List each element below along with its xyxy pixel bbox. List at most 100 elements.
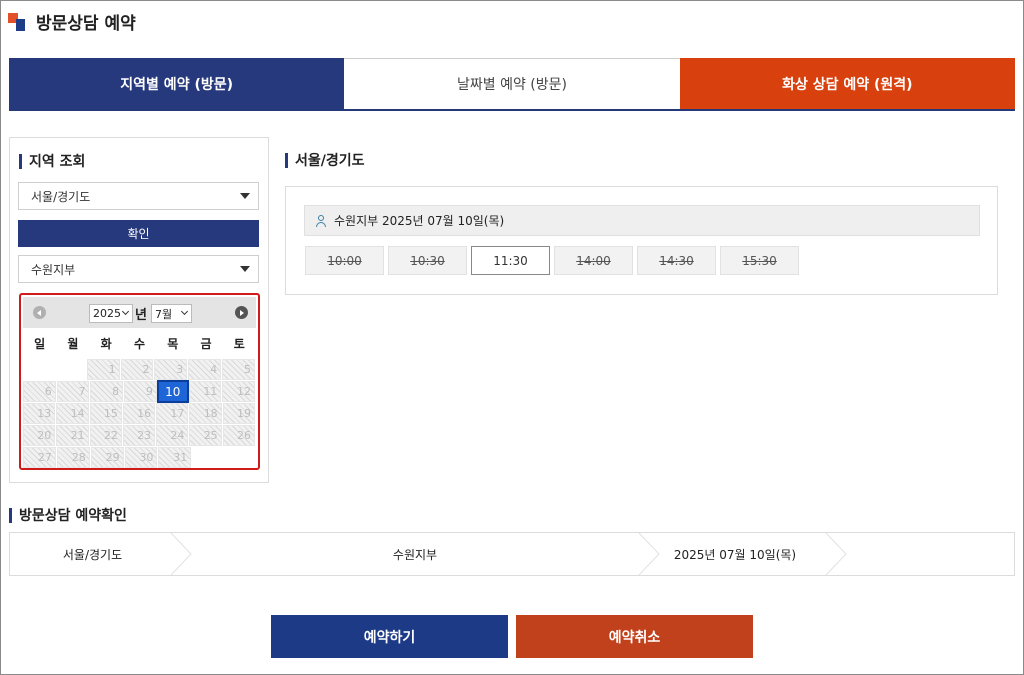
weekday-label: 금 (200, 337, 212, 351)
time-slot-label: 11:30 (493, 253, 528, 268)
slot-header-text: 수원지부 2025년 07월 10일(목) (334, 214, 505, 228)
slot-header: 수원지부 2025년 07월 10일(목) (304, 205, 980, 236)
branch-select[interactable]: 수원지부 (18, 255, 259, 283)
calendar-day: 18 (189, 403, 222, 424)
calendar-day: 5 (222, 359, 256, 380)
confirm-button[interactable]: 확인 (18, 220, 259, 247)
calendar-week: 20 21 22 23 24 25 26 (23, 425, 256, 446)
calendar-grid: 1 2 3 4 5 6 7 8 9 10 11 12 13 14 15 16 17 18 19 20 21 22 23 24 2… (23, 359, 256, 469)
time-slot-unavailable: 14:00 (554, 246, 633, 275)
branch-select-value: 수원지부 (31, 262, 76, 277)
year-suffix: 년 (135, 308, 147, 323)
confirm-region: 서울/경기도 (62, 547, 123, 562)
calendar-day: 2 (120, 359, 154, 380)
calendar-day: 17 (156, 403, 189, 424)
calendar-week: 13 14 15 16 17 18 19 (23, 403, 256, 424)
next-month-icon[interactable] (235, 306, 248, 319)
calendar-day: 30 (124, 447, 158, 468)
year-select[interactable]: 2025 (89, 304, 133, 323)
calendar: 2025 년 7월 일 월 화 수 목 금 토 1 2 3 4 5 6 7 8 9 10 11 12 1… (19, 293, 260, 470)
calendar-day: 21 (56, 425, 89, 446)
calendar-day: 11 (188, 381, 222, 402)
time-slot-unavailable: 10:00 (305, 246, 384, 275)
calendar-day: 1 (86, 359, 120, 380)
prev-month-icon[interactable] (33, 306, 46, 319)
calendar-day: 7 (56, 381, 90, 402)
region-select[interactable]: 서울/경기도 (18, 182, 259, 210)
time-slot-list: 10:00 10:30 11:30 14:00 14:30 15:30 (305, 246, 803, 275)
dropdown-caret-icon (240, 266, 250, 272)
chevron-down-icon (180, 307, 189, 316)
time-slot-label: 10:30 (410, 253, 445, 268)
calendar-week: 12345 (23, 359, 256, 380)
calendar-day: 19 (222, 403, 255, 424)
region-search-title: 지역 조회 (19, 151, 85, 171)
calendar-day: 24 (156, 425, 189, 446)
title-mark-icon (8, 12, 26, 31)
calendar-day: 26 (222, 425, 255, 446)
time-slot-available[interactable]: 11:30 (471, 246, 550, 275)
calendar-day: 27 (23, 447, 56, 468)
calendar-day: 23 (122, 425, 156, 446)
month-select[interactable]: 7월 (151, 304, 192, 323)
confirm-date: 2025년 07월 10일(목) (673, 547, 797, 562)
confirm-section-title: 방문상담 예약확인 (9, 505, 127, 525)
calendar-day: 25 (189, 425, 222, 446)
calendar-empty-cell (55, 359, 86, 380)
calendar-day-selected[interactable]: 10 (156, 380, 189, 403)
calendar-day: 20 (23, 425, 56, 446)
weekday-label: 일 (34, 337, 46, 351)
chevron-right-icon (825, 533, 847, 575)
tab-region[interactable]: 지역별 예약 (방문) (9, 58, 345, 109)
time-slot-unavailable: 10:30 (388, 246, 467, 275)
page-title-text: 방문상담 예약 (36, 14, 136, 34)
weekday-label: 수 (133, 337, 145, 351)
calendar-day: 15 (89, 403, 122, 424)
calendar-week: 6 7 8 9 10 11 12 (23, 380, 256, 403)
calendar-header: 2025 년 7월 (23, 297, 256, 328)
calendar-day: 12 (222, 381, 256, 402)
slots-region-title-text: 서울/경기도 (295, 153, 365, 169)
cancel-button[interactable]: 예약취소 (516, 615, 753, 658)
weekday-label: 월 (67, 337, 79, 351)
title-bar-icon (285, 152, 288, 168)
dropdown-caret-icon (240, 193, 250, 199)
region-search-title-text: 지역 조회 (29, 154, 86, 170)
person-icon (315, 214, 327, 227)
reserve-button[interactable]: 예약하기 (271, 615, 508, 658)
weekday-label: 화 (100, 337, 112, 351)
tab-date[interactable]: 날짜별 예약 (방문) (344, 58, 680, 109)
calendar-day: 3 (154, 359, 188, 380)
title-bar-icon (19, 153, 22, 169)
time-slot-unavailable: 15:30 (720, 246, 799, 275)
calendar-day: 13 (23, 403, 56, 424)
calendar-day: 14 (56, 403, 89, 424)
calendar-day: 22 (89, 425, 122, 446)
year-select-value: 2025 (93, 307, 121, 320)
confirm-branch: 수원지부 (392, 547, 438, 562)
tab-video[interactable]: 화상 상담 예약 (원격) (679, 58, 1015, 109)
calendar-day: 8 (90, 381, 124, 402)
confirm-breadcrumb: 서울/경기도 수원지부 2025년 07월 10일(목) (9, 532, 1015, 576)
time-slot-unavailable: 14:30 (637, 246, 716, 275)
calendar-empty-cell (224, 447, 255, 468)
weekday-label: 목 (167, 337, 179, 351)
confirm-section-title-text: 방문상담 예약확인 (19, 508, 127, 524)
time-slot-label: 10:00 (327, 253, 362, 268)
calendar-day: 6 (23, 381, 56, 402)
page-title: 방문상담 예약 (8, 9, 136, 34)
chevron-down-icon (121, 307, 130, 316)
calendar-day: 28 (56, 447, 90, 468)
region-select-value: 서울/경기도 (31, 189, 91, 204)
calendar-day: 16 (122, 403, 156, 424)
calendar-empty-cell (23, 359, 54, 380)
time-slot-label: 15:30 (742, 253, 777, 268)
calendar-weekdays: 일 월 화 수 목 금 토 (23, 335, 256, 352)
region-search-panel: 지역 조회 서울/경기도 확인 수원지부 2025 년 7월 일 월 화 수 목… (9, 137, 269, 483)
month-select-value: 7월 (155, 307, 173, 321)
title-bar-icon (9, 507, 12, 523)
weekday-label: 토 (233, 337, 245, 351)
calendar-day: 29 (90, 447, 124, 468)
calendar-empty-cell (192, 447, 223, 468)
time-slot-label: 14:00 (576, 253, 611, 268)
